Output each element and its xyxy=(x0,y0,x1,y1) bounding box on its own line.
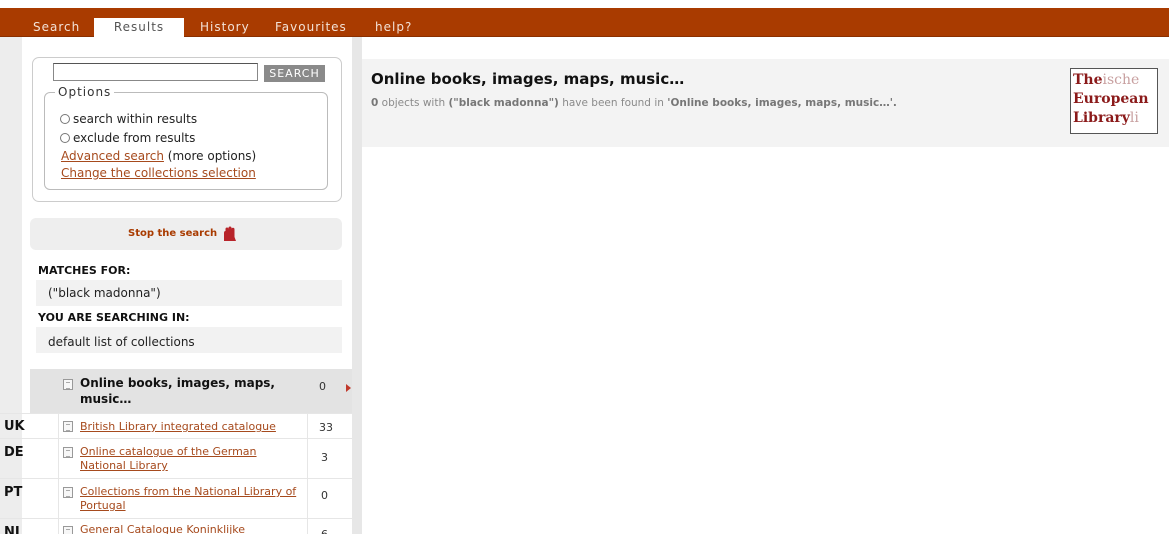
radio-exclude-row[interactable]: exclude from results xyxy=(60,131,195,145)
radio-within-label: search within results xyxy=(73,112,198,126)
country-code: PT xyxy=(4,485,23,500)
country-code: UK xyxy=(4,419,25,434)
tab-favourites[interactable]: Favourites xyxy=(275,18,347,37)
searching-in-value: default list of collections xyxy=(48,335,195,349)
tab-results[interactable]: Results xyxy=(94,18,184,37)
radio-within[interactable] xyxy=(60,114,70,124)
collection-count: 3 xyxy=(321,451,328,464)
radio-within-row[interactable]: search within results xyxy=(60,112,197,126)
results-objects-text: objects with xyxy=(381,97,446,109)
row-divider xyxy=(0,438,352,439)
country-code: NL xyxy=(4,525,24,534)
row-divider xyxy=(0,518,352,519)
document-icon xyxy=(63,379,73,390)
european-library-logo[interactable]: Theische European Libraryli xyxy=(1070,68,1158,134)
country-code: DE xyxy=(4,445,24,460)
advanced-search-link[interactable]: Advanced search xyxy=(61,149,164,163)
panel-divider xyxy=(352,37,362,534)
document-icon xyxy=(63,526,73,534)
tab-search[interactable]: Search xyxy=(33,18,80,37)
search-input[interactable] xyxy=(53,63,258,81)
results-query: ("black madonna") xyxy=(448,97,559,109)
arrow-right-icon xyxy=(346,384,351,392)
collection-link-de[interactable]: Online catalogue of the German National … xyxy=(80,445,280,473)
tab-history[interactable]: History xyxy=(200,18,250,37)
radio-exclude-label: exclude from results xyxy=(73,131,196,145)
matches-query: ("black madonna") xyxy=(48,286,161,300)
col-divider xyxy=(58,413,59,534)
stop-hand-icon[interactable] xyxy=(221,226,237,242)
col-divider xyxy=(307,413,308,534)
advanced-search-line: Advanced search (more options) xyxy=(61,149,256,163)
collection-link-pt[interactable]: Collections from the National Library of… xyxy=(80,485,310,513)
search-button[interactable]: SEARCH xyxy=(264,65,325,82)
results-found-text: have been found in xyxy=(562,97,664,109)
advanced-search-suffix: (more options) xyxy=(163,149,257,163)
searching-in-heading: YOU ARE SEARCHING IN: xyxy=(38,311,190,324)
collection-link-nl[interactable]: General Catalogue Koninklijke xyxy=(80,523,305,534)
results-collection: 'Online books, images, maps, music…'. xyxy=(667,97,897,109)
results-title: Online books, images, maps, music… xyxy=(371,70,685,88)
collection-count: 0 xyxy=(321,489,328,502)
tab-help[interactable]: help? xyxy=(375,18,412,37)
results-count: 0 xyxy=(371,97,379,109)
document-icon xyxy=(63,421,73,432)
collection-link-uk[interactable]: British Library integrated catalogue xyxy=(80,420,305,434)
collection-count-active: 0 xyxy=(319,380,326,393)
stop-search-label[interactable]: Stop the search xyxy=(128,228,217,239)
collection-count: 33 xyxy=(319,421,333,434)
results-summary: 0 objects with ("black madonna") have be… xyxy=(371,97,897,109)
row-divider xyxy=(0,478,352,479)
change-collections-link[interactable]: Change the collections selection xyxy=(61,166,256,180)
top-frame xyxy=(0,0,1169,8)
top-nav: Search Results History Favourites help? xyxy=(0,8,1169,37)
collection-count: 6 xyxy=(321,528,328,534)
matches-heading: MATCHES FOR: xyxy=(38,264,131,277)
radio-exclude[interactable] xyxy=(60,133,70,143)
change-collections-line: Change the collections selection xyxy=(61,166,256,180)
options-legend: Options xyxy=(55,85,115,99)
collection-name-active[interactable]: Online books, images, maps, music… xyxy=(80,375,280,407)
document-icon xyxy=(63,487,73,498)
document-icon xyxy=(63,447,73,458)
row-divider xyxy=(0,413,352,414)
